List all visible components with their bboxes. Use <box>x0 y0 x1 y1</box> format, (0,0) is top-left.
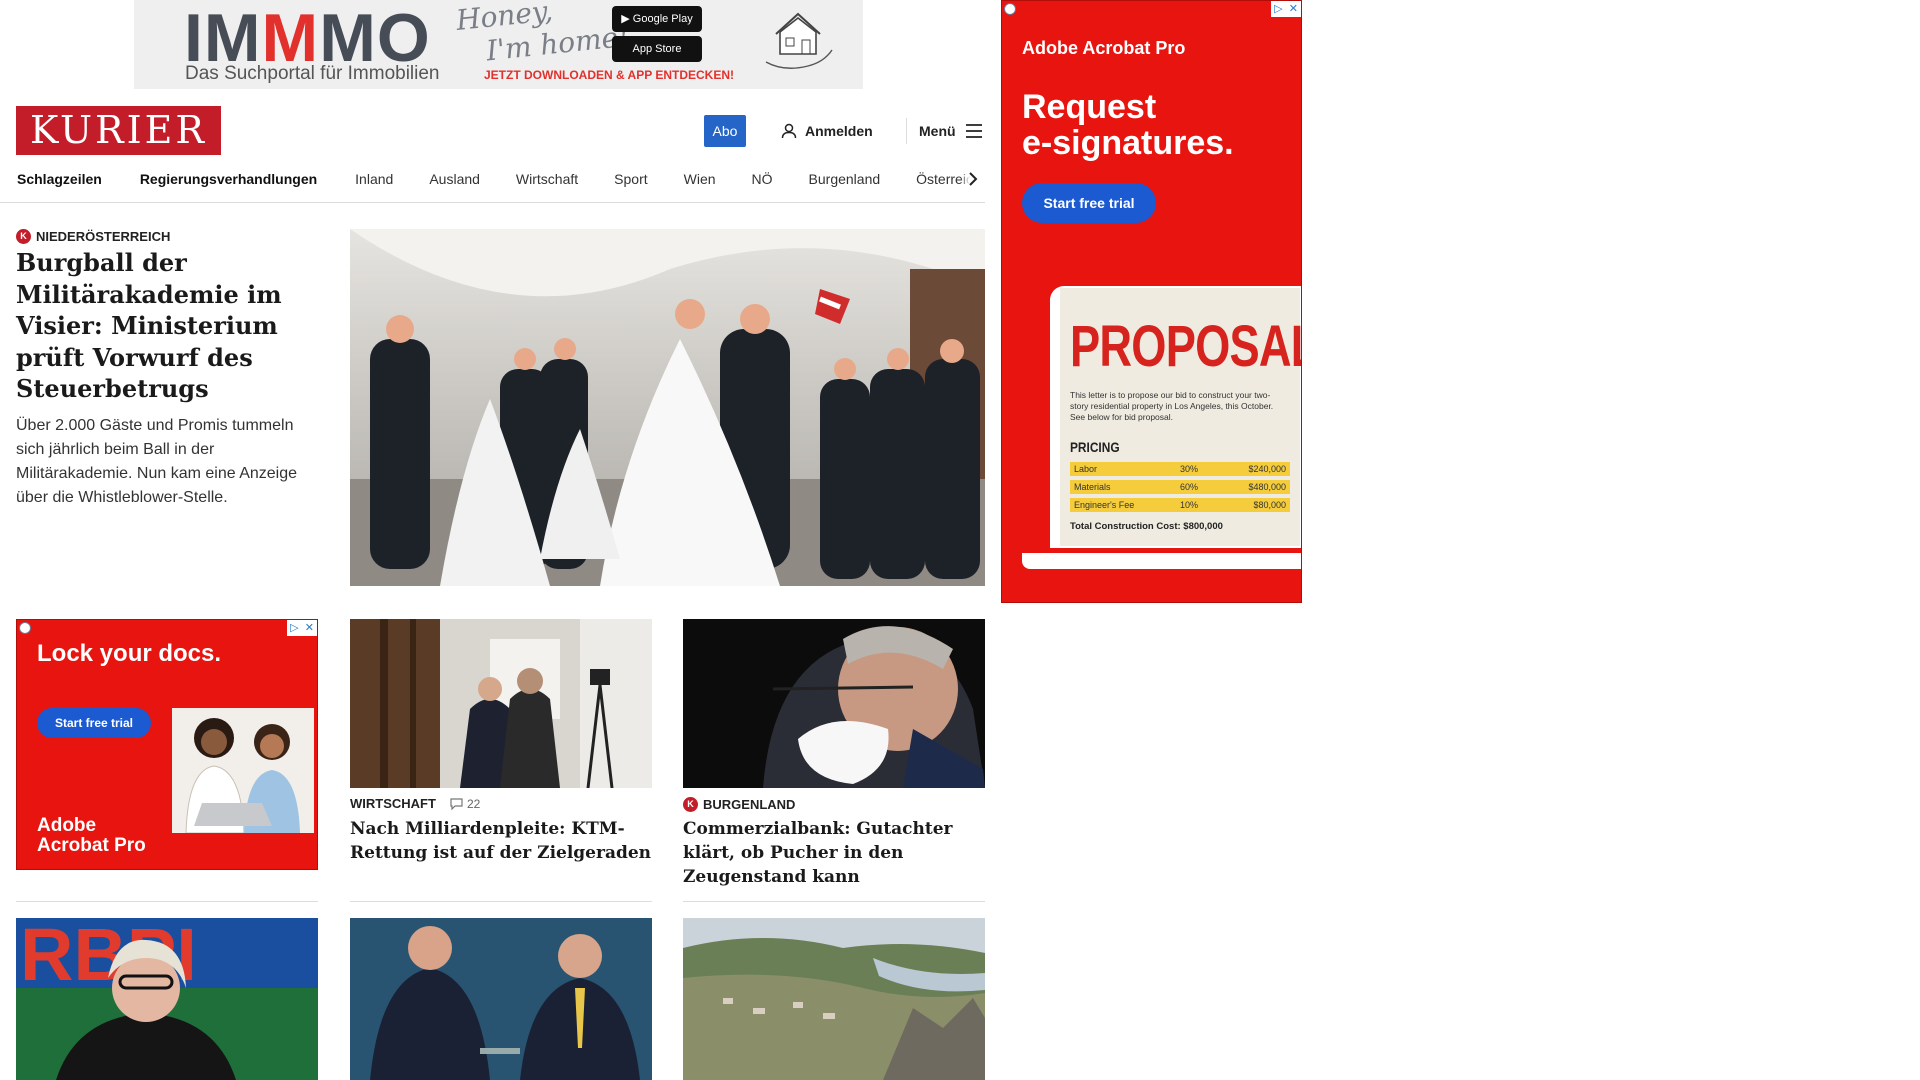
kurier-logo[interactable]: KURIER <box>16 106 221 155</box>
nav-item-burgenland[interactable]: Burgenland <box>809 172 881 186</box>
card-image-woman-poster[interactable]: RBPI <box>16 918 318 1080</box>
card-category[interactable]: WIRTSCHAFT <box>350 797 436 810</box>
ad-headline: Request e-signatures. <box>1022 88 1234 162</box>
lead-category-label: NIEDERÖSTERREICH <box>36 229 171 244</box>
house-in-hand-icon <box>765 12 833 69</box>
card-headline[interactable]: Commerzialbank: Gutachter klärt, ob Puch… <box>683 817 985 889</box>
nav-item-wirtschaft[interactable]: Wirtschaft <box>516 172 578 186</box>
adchoices-icon[interactable]: ▷ ✕ <box>287 620 317 636</box>
ad-headline: Lock your docs. <box>37 640 222 667</box>
nav-scroll-right-button[interactable] <box>960 166 985 191</box>
nav-item-sport[interactable]: Sport <box>614 172 647 186</box>
card-category[interactable]: K BURGENLAND <box>683 797 795 812</box>
nav-item-ausland[interactable]: Ausland <box>429 172 480 186</box>
immmo-banner-ad[interactable]: IMMMO Das Suchportal für Immobilien Hone… <box>134 0 863 89</box>
nav-item-noe[interactable]: NÖ <box>752 172 773 186</box>
ad-tagline: Das Suchportal für Immobilien <box>185 63 440 84</box>
adchoices-icon[interactable]: ▷ ✕ <box>1271 1 1301 17</box>
card-divider <box>350 901 652 902</box>
immmo-logo: IMMMO <box>184 0 431 76</box>
proposal-title: PROPOSAL <box>1070 314 1302 379</box>
header-divider <box>906 118 907 144</box>
user-icon <box>781 123 797 139</box>
login-button[interactable]: Anmelden <box>781 119 873 143</box>
start-free-trial-button[interactable]: Start free trial <box>1022 183 1156 223</box>
section-nav: Schlagzeilen Regierungsverhandlungen Inl… <box>0 166 985 203</box>
laptop-base <box>1022 553 1301 569</box>
ad-cta: JETZT DOWNLOADEN & APP ENTDECKEN! <box>484 68 735 82</box>
nav-item-inland[interactable]: Inland <box>355 172 393 186</box>
card-image-ktm[interactable] <box>350 619 652 788</box>
nav-item-regierungsverhandlungen[interactable]: Regierungsverhandlungen <box>140 172 317 186</box>
pricing-total: Total Construction Cost: $800,000 <box>1070 521 1223 532</box>
ad-info-icon[interactable] <box>19 622 31 634</box>
nav-item-wien[interactable]: Wien <box>684 172 716 186</box>
pricing-row: Engineer's Fee 10% $80,000 <box>1070 498 1290 512</box>
login-label: Anmelden <box>805 123 873 139</box>
card-image-politicians[interactable] <box>350 918 652 1080</box>
pricing-label: PRICING <box>1070 439 1120 455</box>
chevron-right-icon <box>968 171 977 186</box>
comments-count[interactable]: 22 <box>450 798 480 810</box>
menu-button[interactable]: Menü <box>919 119 982 143</box>
adobe-brand: Adobe Acrobat Pro <box>1022 38 1186 58</box>
card-meta: K BURGENLAND <box>683 797 795 812</box>
lead-image-ball-dance[interactable] <box>350 229 985 586</box>
google-play-badge[interactable]: ▶ Google Play <box>612 6 702 32</box>
card-meta: WIRTSCHAFT 22 <box>350 797 480 810</box>
card-image-commerzialbank[interactable] <box>683 619 985 788</box>
lead-headline[interactable]: Burgball der Militärakademie im Visier: … <box>16 247 316 405</box>
nav-item-schlagzeilen[interactable]: Schlagzeilen <box>17 172 102 186</box>
pricing-row: Labor 30% $240,000 <box>1070 462 1290 476</box>
card-image-landscape[interactable] <box>683 918 985 1080</box>
comment-icon <box>450 797 463 810</box>
pricing-row: Materials 60% $480,000 <box>1070 480 1290 494</box>
kurier-k-icon: K <box>683 797 698 812</box>
proposal-text: This letter is to propose our bid to con… <box>1070 390 1274 422</box>
card-headline[interactable]: Nach Milliardenpleite: KTM-Rettung ist a… <box>350 817 652 865</box>
ad-info-icon[interactable] <box>1004 3 1016 15</box>
proposal-document: PROPOSAL This letter is to propose our b… <box>1050 286 1302 548</box>
card-divider <box>683 901 985 902</box>
abo-button[interactable]: Abo <box>704 115 746 147</box>
lead-teaser[interactable]: Über 2.000 Gäste und Promis tummeln sich… <box>16 414 316 510</box>
kurier-k-icon: K <box>16 229 31 244</box>
menu-label: Menü <box>919 123 956 139</box>
adobe-rectangle-ad[interactable]: ▷ ✕ Lock your docs. Start free trial Adob… <box>16 619 318 870</box>
start-free-trial-button[interactable]: Start free trial <box>37 708 151 738</box>
adobe-skyscraper-ad[interactable]: ▷ ✕ Adobe Acrobat Pro Request e-signature… <box>1001 0 1302 603</box>
hamburger-icon <box>965 124 982 138</box>
adobe-brand: Adobe Acrobat Pro <box>37 815 146 856</box>
card-divider <box>16 901 318 902</box>
ad-photo-two-women-laptop <box>172 708 314 833</box>
app-store-badge[interactable]: App Store <box>612 36 702 62</box>
lead-category[interactable]: K NIEDERÖSTERREICH <box>16 229 170 244</box>
